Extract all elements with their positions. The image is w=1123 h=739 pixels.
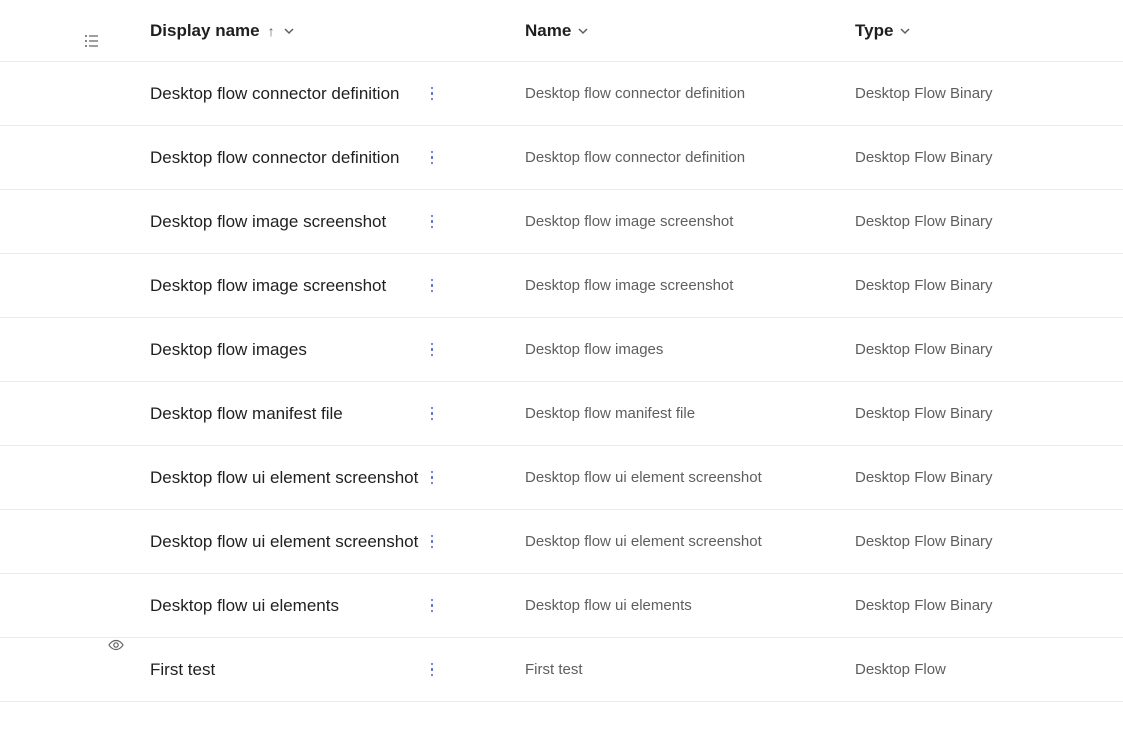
type-cell: Desktop Flow Binary bbox=[855, 149, 993, 166]
type-cell: Desktop Flow Binary bbox=[855, 341, 993, 358]
more-actions-button[interactable] bbox=[420, 590, 444, 622]
chevron-down-icon bbox=[283, 25, 295, 37]
type-cell: Desktop Flow Binary bbox=[855, 533, 993, 550]
vertical-dots-icon bbox=[431, 87, 434, 101]
column-header-label: Name bbox=[525, 21, 571, 41]
more-actions-button[interactable] bbox=[420, 142, 444, 174]
vertical-dots-icon bbox=[431, 599, 434, 613]
display-name-cell: Desktop flow image screenshot bbox=[150, 212, 386, 232]
column-header-label: Type bbox=[855, 21, 893, 41]
vertical-dots-icon bbox=[431, 151, 434, 165]
more-actions-button[interactable] bbox=[420, 654, 444, 686]
more-actions-button[interactable] bbox=[420, 526, 444, 558]
display-name-cell: Desktop flow manifest file bbox=[150, 404, 343, 424]
display-name-cell: Desktop flow connector definition bbox=[150, 84, 399, 104]
vertical-dots-icon bbox=[431, 343, 434, 357]
list-view-icon[interactable] bbox=[84, 33, 100, 49]
table-row[interactable]: Desktop flow images Desktop flow images … bbox=[0, 318, 1123, 382]
name-cell: Desktop flow images bbox=[525, 341, 663, 358]
name-cell: Desktop flow image screenshot bbox=[525, 277, 733, 294]
vertical-dots-icon bbox=[431, 535, 434, 549]
display-name-cell: Desktop flow ui element screenshot bbox=[150, 532, 418, 552]
more-actions-button[interactable] bbox=[420, 334, 444, 366]
display-name-cell: First test bbox=[150, 660, 215, 680]
table-row[interactable]: Desktop flow ui elements Desktop flow ui… bbox=[0, 574, 1123, 638]
display-name-cell: Desktop flow ui elements bbox=[150, 596, 339, 616]
chevron-down-icon bbox=[899, 25, 911, 37]
name-cell: First test bbox=[525, 661, 583, 678]
name-cell: Desktop flow image screenshot bbox=[525, 213, 733, 230]
table-header-row: Display name ↑ Name Type bbox=[0, 0, 1123, 62]
name-cell: Desktop flow ui elements bbox=[525, 597, 692, 614]
vertical-dots-icon bbox=[431, 663, 434, 677]
type-cell: Desktop Flow Binary bbox=[855, 469, 993, 486]
type-cell: Desktop Flow bbox=[855, 661, 946, 678]
column-header-name[interactable]: Name bbox=[525, 21, 855, 41]
type-cell: Desktop Flow Binary bbox=[855, 213, 993, 230]
display-name-cell: Desktop flow ui element screenshot bbox=[150, 468, 418, 488]
chevron-down-icon bbox=[577, 25, 589, 37]
table-row[interactable]: Desktop flow connector definition Deskto… bbox=[0, 126, 1123, 190]
type-cell: Desktop Flow Binary bbox=[855, 85, 993, 102]
more-actions-button[interactable] bbox=[420, 78, 444, 110]
column-header-display-name[interactable]: Display name ↑ bbox=[80, 21, 420, 41]
vertical-dots-icon bbox=[431, 215, 434, 229]
table-row[interactable]: Desktop flow connector definition Deskto… bbox=[0, 62, 1123, 126]
more-actions-button[interactable] bbox=[420, 462, 444, 494]
display-name-cell: Desktop flow image screenshot bbox=[150, 276, 386, 296]
name-cell: Desktop flow ui element screenshot bbox=[525, 533, 762, 550]
name-cell: Desktop flow ui element screenshot bbox=[525, 469, 762, 486]
column-header-type[interactable]: Type bbox=[855, 21, 1123, 41]
more-actions-button[interactable] bbox=[420, 270, 444, 302]
vertical-dots-icon bbox=[431, 471, 434, 485]
more-actions-button[interactable] bbox=[420, 206, 444, 238]
table-row[interactable]: Desktop flow ui element screenshot Deskt… bbox=[0, 446, 1123, 510]
display-name-cell: Desktop flow connector definition bbox=[150, 148, 399, 168]
table-row[interactable]: Desktop flow image screenshot Desktop fl… bbox=[0, 254, 1123, 318]
table-row[interactable]: Desktop flow ui element screenshot Deskt… bbox=[0, 510, 1123, 574]
name-cell: Desktop flow manifest file bbox=[525, 405, 695, 422]
table-row[interactable]: First test First test Desktop Flow bbox=[0, 638, 1123, 702]
display-name-cell: Desktop flow images bbox=[150, 340, 307, 360]
table-row[interactable]: Desktop flow manifest file Desktop flow … bbox=[0, 382, 1123, 446]
table-row[interactable]: Desktop flow image screenshot Desktop fl… bbox=[0, 190, 1123, 254]
type-cell: Desktop Flow Binary bbox=[855, 277, 993, 294]
column-header-label: Display name bbox=[150, 21, 260, 41]
vertical-dots-icon bbox=[431, 407, 434, 421]
name-cell: Desktop flow connector definition bbox=[525, 85, 745, 102]
sort-ascending-icon: ↑ bbox=[268, 23, 275, 39]
name-cell: Desktop flow connector definition bbox=[525, 149, 745, 166]
type-cell: Desktop Flow Binary bbox=[855, 405, 993, 422]
eye-icon bbox=[108, 638, 124, 655]
more-actions-button[interactable] bbox=[420, 398, 444, 430]
data-table: Display name ↑ Name Type Desktop flow co… bbox=[0, 0, 1123, 702]
vertical-dots-icon bbox=[431, 279, 434, 293]
type-cell: Desktop Flow Binary bbox=[855, 597, 993, 614]
